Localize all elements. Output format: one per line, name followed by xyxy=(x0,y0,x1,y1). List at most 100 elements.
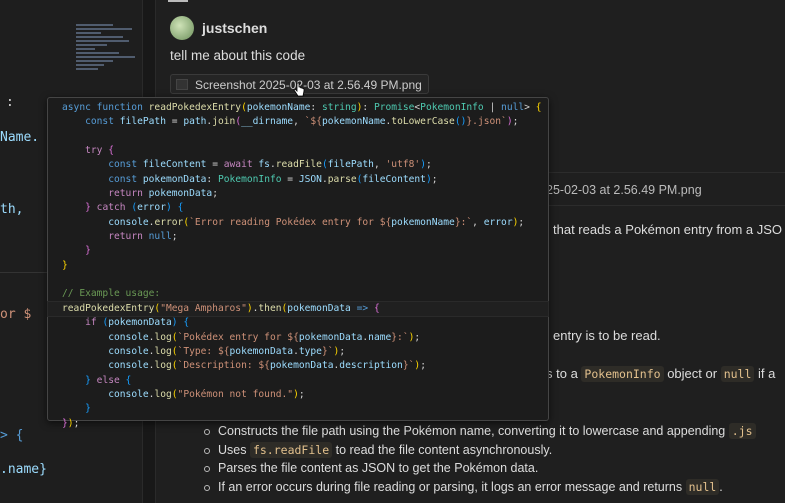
code-token: error xyxy=(137,202,166,214)
code-token: parse xyxy=(327,173,357,185)
code-token: ; xyxy=(339,345,346,357)
editor-text-fragment: .name} xyxy=(0,462,47,477)
code-line: }); xyxy=(62,417,548,431)
code-token: { xyxy=(177,202,184,214)
code-token: log xyxy=(154,345,172,357)
code-token: }.json` xyxy=(466,116,507,128)
code-line: } else { xyxy=(62,374,548,388)
code-token: log xyxy=(154,331,172,343)
editor-text-fragment: th, xyxy=(0,202,24,217)
list-item: Uses fs.readFile to read the file conten… xyxy=(204,441,756,462)
code-token: null xyxy=(148,231,172,243)
code-token: : xyxy=(206,173,218,185)
code-token: async xyxy=(62,102,97,113)
code-token: ; xyxy=(414,331,421,343)
code-token: await xyxy=(223,159,259,171)
code-token: toLowerCase xyxy=(391,116,455,128)
code-token: }:` xyxy=(454,216,473,228)
code-line: } catch (error) { xyxy=(62,201,548,215)
response-returns: s to a PokemonInfo object or null if a xyxy=(546,366,775,382)
code-line: const filePath = path.join(__dirname, `$… xyxy=(62,115,548,129)
code-token: { xyxy=(183,317,190,329)
code-token: // Example usage: xyxy=(62,288,161,300)
code-token: }` xyxy=(321,345,334,357)
response-param: entry is to be read. xyxy=(553,328,661,343)
code-token: readPokedexEntry xyxy=(62,302,155,314)
code-token: fileContent xyxy=(362,173,426,185)
code-token: try xyxy=(85,145,109,157)
code-line: const fileContent = await fs.readFile(fi… xyxy=(62,158,548,172)
code-token: log xyxy=(154,388,172,400)
inline-code: .js xyxy=(728,423,756,439)
image-thumbnail-icon xyxy=(176,79,188,90)
code-token: pokemonData xyxy=(269,360,334,372)
code-token: ; xyxy=(212,188,218,200)
code-token: pokemonData xyxy=(108,317,172,329)
code-token: ; xyxy=(298,388,305,400)
code-line: return null; xyxy=(62,230,548,244)
code-token: pokemonData xyxy=(298,331,363,343)
user-message: tell me about this code xyxy=(170,48,306,63)
code-token: __dirname xyxy=(241,116,294,128)
code-token: then xyxy=(258,302,282,314)
code-token: console xyxy=(108,388,149,400)
code-token: JSON xyxy=(298,173,322,185)
code-token: console xyxy=(108,345,149,357)
list-item: Parses the file content as JSON to get t… xyxy=(204,461,756,480)
code-token: readFile xyxy=(275,159,322,171)
code-token: readPokedexEntry xyxy=(148,102,242,113)
code-token: error xyxy=(154,216,184,228)
editor-text-fragment: or $ xyxy=(0,307,32,322)
code-token: : xyxy=(310,102,322,113)
code-token: pokemonData xyxy=(142,173,207,185)
code-token: log xyxy=(154,360,172,372)
code-line: const pokemonData: PokemonInfo = JSON.pa… xyxy=(62,173,548,187)
editor-text-fragment: Name. xyxy=(0,130,40,145)
code-token: console xyxy=(108,216,149,228)
editor-text-fragment: : xyxy=(6,95,14,110)
code-token: const xyxy=(108,173,143,185)
code-token: 'utf8' xyxy=(385,159,421,171)
code-token: } xyxy=(62,259,68,271)
code-token: = xyxy=(206,159,224,171)
code-line: console.error(`Error reading Pokédex ent… xyxy=(62,216,548,230)
code-line: console.log(`Pokédex entry for ${pokemon… xyxy=(62,331,548,345)
code-token: ; xyxy=(518,216,525,228)
code-token: = xyxy=(281,173,299,185)
code-token: ; xyxy=(73,417,80,429)
code-token: PokemonInfo xyxy=(217,173,282,185)
inline-code: null xyxy=(685,478,720,495)
code-token: Promise xyxy=(373,102,415,113)
minimap[interactable] xyxy=(76,22,138,94)
code-token: return xyxy=(108,188,149,200)
code-token: | xyxy=(483,102,502,113)
code-token: catch xyxy=(90,202,132,214)
code-line: if (pokemonData) { xyxy=(62,316,548,330)
list-item: If an error occurs during file reading o… xyxy=(204,478,756,499)
code-line: console.log("Pokémon not found."); xyxy=(62,388,548,402)
code-token: pokemonData xyxy=(148,188,213,200)
code-token: fs xyxy=(258,159,270,171)
bullet-text: to read the file content asynchronously. xyxy=(332,442,553,457)
code-token: const xyxy=(85,116,120,128)
code-token: function xyxy=(96,102,149,113)
code-line: console.log(`Type: ${pokemonData.type}`)… xyxy=(62,345,548,359)
code-token: join xyxy=(212,116,236,128)
code-line: async function readPokedexEntry(pokemonN… xyxy=(62,101,548,115)
bullet-text: If an error occurs during file reading o… xyxy=(218,479,686,494)
code-token: : xyxy=(362,102,374,113)
code-token: => xyxy=(350,302,374,314)
response-attachment[interactable]: 25-02-03 at 2.56.49 PM.png xyxy=(536,180,708,200)
code-token: path xyxy=(183,116,207,128)
code-token: pokemonData xyxy=(287,302,351,314)
image-preview-hover: async function readPokedexEntry(pokemonN… xyxy=(47,97,549,429)
code-line: readPokedexEntry("Mega Ampharos").then(p… xyxy=(47,300,549,318)
